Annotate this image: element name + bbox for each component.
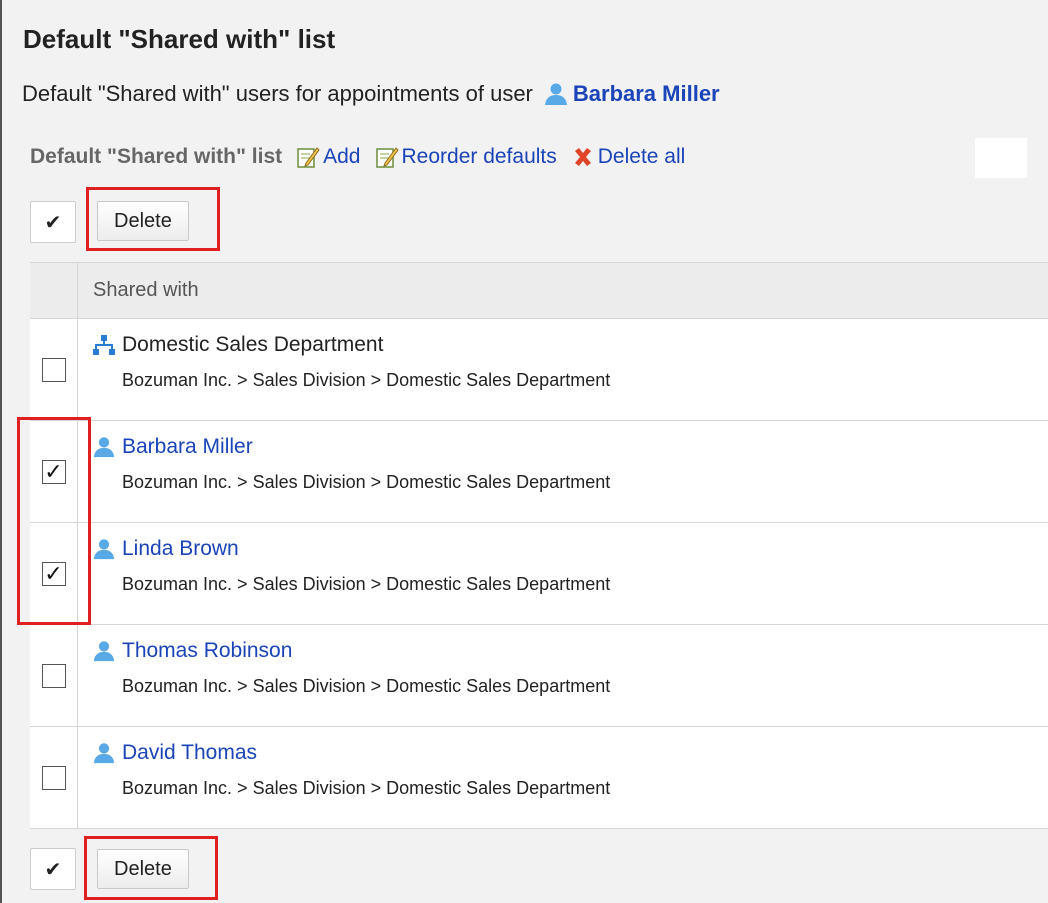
user-link[interactable]: Linda Brown [122,537,239,561]
add-link[interactable]: Add [296,145,361,169]
table-row: Thomas Robinson Bozuman Inc. > Sales Div… [30,625,1048,727]
user-icon [93,539,115,560]
delete-button-top[interactable]: Delete [97,201,189,241]
row-checkbox-cell [30,625,78,726]
user-icon [544,83,567,105]
user-link[interactable]: Thomas Robinson [122,639,292,663]
row-path: Bozuman Inc. > Sales Division > Domestic… [122,778,611,798]
add-label: Add [323,145,361,168]
edit-icon [297,147,320,168]
toolbar-blank-area [975,138,1027,178]
row-name: Barbara Miller [92,435,610,459]
row-name: Domestic Sales Department [92,333,610,357]
row-name: Linda Brown [92,537,610,561]
row-path: Bozuman Inc. > Sales Division > Domestic… [122,676,611,696]
page-title: Default "Shared with" list [23,24,336,54]
page-subtitle: Default "Shared with" users for appointm… [22,81,720,107]
table-row: Domestic Sales Department Bozuman Inc. >… [30,319,1048,421]
row-path: Bozuman Inc. > Sales Division > Domestic… [122,472,611,492]
row-checkbox-checked[interactable]: ✓ [41,561,66,586]
row-checkbox[interactable] [41,765,66,790]
department-name: Domestic Sales Department [122,333,384,356]
row-content: Linda Brown Bozuman Inc. > Sales Divisio… [78,523,610,624]
header-checkbox-column [30,263,78,318]
reorder-link[interactable]: Reorder defaults [375,145,557,169]
row-checkbox-cell: ✓ [30,523,78,624]
row-checkbox-cell [30,319,78,420]
subtitle-text: Default "Shared with" users for appointm… [22,81,533,106]
row-checkbox[interactable] [41,663,66,688]
delete-all-label: Delete all [597,145,686,168]
delete-x-icon [574,148,591,166]
row-checkbox[interactable] [41,357,66,382]
row-content: David Thomas Bozuman Inc. > Sales Divisi… [78,727,610,828]
row-path: Bozuman Inc. > Sales Division > Domestic… [122,574,611,594]
reorder-label: Reorder defaults [401,145,557,168]
row-name: David Thomas [92,741,610,765]
row-checkbox-cell [30,727,78,828]
table-row: David Thomas Bozuman Inc. > Sales Divisi… [30,727,1048,829]
user-icon [93,437,115,458]
table-row: ✓ Barbara Miller Bozuman Inc. > Sales Di… [30,421,1048,523]
column-header-shared-with: Shared with [93,279,199,301]
user-link[interactable]: David Thomas [122,741,257,765]
table-header: Shared with [30,263,1048,319]
row-path: Bozuman Inc. > Sales Division > Domestic… [122,370,611,390]
shared-with-table: Shared with Domestic Sales Department Bo… [30,262,1048,829]
table-row: ✓ Linda Brown Bozuman Inc. > Sales Divis… [30,523,1048,625]
check-all-button-bottom[interactable]: ✔ [30,848,76,890]
user-link[interactable]: Barbara Miller [122,435,253,459]
delete-all-link[interactable]: Delete all [571,145,686,169]
list-toolbar: Default "Shared with" list Add Reorder d… [30,145,699,169]
toolbar-label: Default "Shared with" list [30,145,283,168]
check-all-button[interactable]: ✔ [30,201,76,243]
row-content: Thomas Robinson Bozuman Inc. > Sales Div… [78,625,610,726]
delete-button-bottom[interactable]: Delete [97,849,189,889]
org-chart-icon [93,335,115,355]
user-icon [93,641,115,662]
row-checkbox-checked[interactable]: ✓ [41,459,66,484]
row-content: Domestic Sales Department Bozuman Inc. >… [78,319,610,420]
row-content: Barbara Miller Bozuman Inc. > Sales Divi… [78,421,610,522]
row-name: Thomas Robinson [92,639,610,663]
user-icon [93,743,115,764]
edit-icon [375,147,399,168]
row-checkbox-cell: ✓ [30,421,78,522]
subtitle-user-link[interactable]: Barbara Miller [573,81,720,107]
